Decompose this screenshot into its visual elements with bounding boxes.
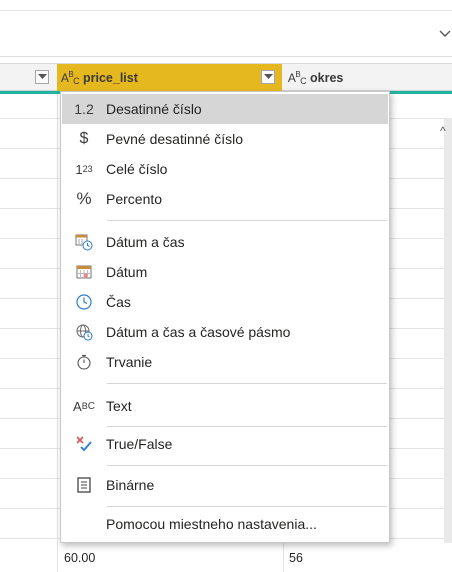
column-divider [57, 94, 58, 572]
price-list-filter-button[interactable] [261, 70, 275, 84]
menu-item-decimal-number[interactable]: 1.2 Desatinné číslo [62, 94, 388, 124]
column-header-row: ABC price_list ABC okres [0, 63, 452, 91]
top-divider [0, 10, 452, 11]
dropdown-arrow-icon [264, 74, 273, 79]
menu-item-label: Pevné desatinné číslo [106, 131, 243, 147]
menu-item-label: Binárne [106, 477, 155, 493]
menu-separator [107, 426, 387, 427]
column-header-label: price_list [83, 70, 138, 85]
menu-item-label: True/False [106, 436, 173, 452]
column-header-okres[interactable]: ABC okres [284, 64, 452, 91]
menu-item-time[interactable]: Čas [62, 287, 388, 317]
menu-item-date[interactable]: Dátum [62, 257, 388, 287]
menu-separator [107, 220, 387, 221]
power-query-editor: ABC price_list ABC okres ^ 60.00 56 1.2 … [0, 0, 452, 572]
stopwatch-icon [62, 353, 106, 371]
menu-separator [107, 506, 387, 507]
menu-item-label: Celé číslo [106, 161, 168, 177]
menu-item-label: Čas [106, 294, 131, 310]
menu-item-text[interactable]: ABC Text [62, 391, 388, 421]
decimal-number-icon: 1.2 [74, 101, 94, 117]
text-type-icon[interactable]: ABC [284, 70, 310, 86]
clock-icon [62, 293, 106, 311]
menu-separator [107, 465, 387, 466]
dropdown-arrow-icon [38, 74, 47, 79]
menu-item-datetime[interactable]: Dátum a čas [62, 227, 388, 257]
dollar-icon: $ [79, 130, 89, 147]
formula-bar-border [0, 56, 452, 57]
menu-item-duration[interactable]: Trvanie [62, 347, 388, 377]
table-row: 60.00 56 [0, 543, 452, 572]
menu-item-binary[interactable]: Binárne [62, 470, 388, 500]
true-false-icon [62, 435, 106, 453]
menu-item-percentage[interactable]: % Percento [62, 184, 388, 214]
data-type-menu: 1.2 Desatinné číslo $ Pevné desatinné čí… [60, 91, 390, 543]
scroll-up-icon[interactable]: ^ [440, 124, 446, 138]
menu-item-label: Dátum [106, 264, 148, 280]
menu-item-fixed-decimal[interactable]: $ Pevné desatinné číslo [62, 124, 388, 154]
menu-item-label: Dátum a čas a časové pásmo [106, 324, 291, 340]
percent-icon: % [76, 189, 92, 208]
column-header-price-list[interactable]: ABC price_list [57, 64, 282, 91]
menu-item-label: Dátum a čas [106, 234, 185, 250]
menu-item-label: Text [106, 398, 132, 414]
menu-item-label: Pomocou miestneho nastavenia... [106, 516, 317, 532]
cell-okres[interactable]: 56 [289, 543, 303, 572]
menu-item-label: Trvanie [106, 354, 153, 370]
binary-icon [62, 476, 106, 494]
menu-separator [107, 383, 387, 384]
calendar-icon [62, 263, 106, 281]
menu-item-using-locale[interactable]: Pomocou miestneho nastavenia... [62, 509, 388, 539]
vertical-scrollbar[interactable] [444, 118, 452, 543]
cell-price-list[interactable]: 60.00 [64, 543, 95, 572]
menu-item-datetimezone[interactable]: Dátum a čas a časové pásmo [62, 317, 388, 347]
column-header-label: okres [310, 70, 344, 85]
text-type-icon[interactable]: ABC [57, 70, 83, 86]
previous-column-filter-button[interactable] [35, 70, 49, 84]
text-type-icon: ABC [73, 398, 95, 414]
datetime-icon [62, 233, 106, 251]
menu-item-label: Percento [106, 191, 163, 207]
menu-item-true-false[interactable]: True/False [62, 429, 388, 459]
globe-clock-icon [62, 323, 106, 341]
chevron-down-icon[interactable] [438, 27, 452, 41]
whole-number-icon: 123 [75, 161, 93, 177]
menu-item-label: Desatinné číslo [106, 101, 202, 117]
menu-item-whole-number[interactable]: 123 Celé číslo [62, 154, 388, 184]
